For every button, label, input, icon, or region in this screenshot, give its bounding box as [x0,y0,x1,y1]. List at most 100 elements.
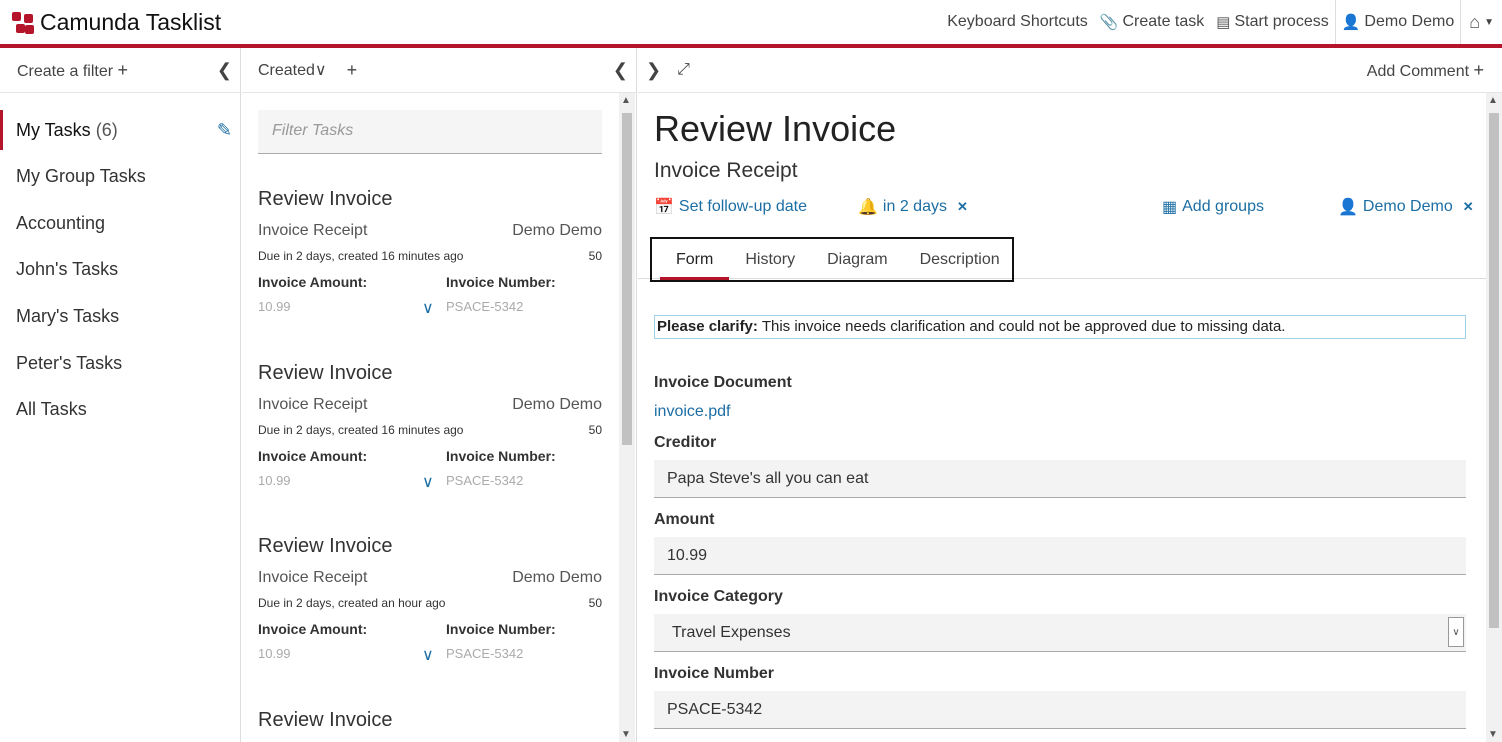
top-navbar: Camunda Tasklist Keyboard Shortcuts 📎 Cre… [0,0,1502,44]
invoice-category-select[interactable]: Travel Expenses ∨ [654,614,1466,652]
remove-assignee-icon[interactable]: ✕ [1463,199,1474,215]
home-menu[interactable]: ⌂ ▼ [1460,0,1502,44]
amount-value: 10.99 [258,646,291,661]
expand-chevron-icon[interactable]: ∨ [422,472,434,492]
invoice-pdf-link[interactable]: invoice.pdf [654,403,731,421]
task-title: Review Invoice [258,709,393,731]
keyboard-shortcuts-label: Keyboard Shortcuts [947,13,1088,30]
filter-label: Accounting [16,212,106,233]
process-name: Invoice Receipt [654,159,798,182]
paperclip-icon: 📎 [1099,14,1119,31]
amount-value: 10.99 [258,299,291,314]
task-assignee: Demo Demo [512,396,602,413]
number-value: PSACE-5342 [446,473,524,488]
amount-label: Amount [654,511,715,528]
tab-history[interactable]: History [729,239,811,280]
task-assignee: Demo Demo [512,222,602,239]
expand-right-icon[interactable]: ❯ [646,60,661,81]
filter-tasks-input[interactable]: Filter Tasks [258,110,602,154]
number-label: Invoice Number: [446,274,556,290]
task-process: Invoice Receipt [258,569,368,586]
caret-down-icon: ▼ [1484,16,1494,28]
create-task-link[interactable]: 📎 Create task [1094,0,1211,44]
scroll-down-icon[interactable]: ▼ [621,729,631,740]
clarify-message: Please clarify: This invoice needs clari… [654,315,1466,339]
tab-description[interactable]: Description [904,239,1016,280]
filter-count: (6) [95,119,118,140]
task-due: Due in 2 days, created an hour ago [258,596,446,610]
filter-my-tasks[interactable]: My Tasks (6) ✎ [0,110,240,150]
number-value: PSACE-5342 [446,646,524,661]
filter-label: Peter's Tasks [16,352,123,373]
maximize-icon[interactable]: ⤢ [677,61,690,79]
collapse-left-icon[interactable]: ❮ [613,60,628,81]
detail-tabs: Form History Diagram Description [650,237,1014,282]
tab-form[interactable]: Form [660,239,730,280]
filter-label: My Group Tasks [16,165,146,186]
scrollbar-thumb[interactable] [622,113,632,445]
set-follow-up-date-link[interactable]: 📅 Set follow-up date [654,197,807,217]
follow-up-label: Set follow-up date [678,198,807,215]
sort-label: Created [258,62,315,79]
task-card[interactable]: Review Invoice Invoice Receipt Demo Demo… [258,188,602,348]
detail-scrollbar[interactable]: ▲ ▼ [1486,93,1502,742]
task-detail-column: ❯ ⤢ Add Comment + Review Invoice Invoice… [638,48,1502,742]
scroll-down-icon[interactable]: ▼ [1488,729,1498,740]
task-priority: 50 [588,249,602,263]
due-date-link[interactable]: 🔔 in 2 days ✕ [858,197,968,217]
invoice-document-label: Invoice Document [654,374,792,391]
collapse-left-icon[interactable]: ❮ [217,60,232,81]
bell-icon: 🔔 [858,199,878,216]
filter-johns-tasks[interactable]: John's Tasks [0,249,240,289]
add-sort-button[interactable]: + [347,60,358,81]
brand[interactable]: Camunda Tasklist [12,9,221,36]
pencil-icon[interactable]: ✎ [217,120,232,141]
filter-all-tasks[interactable]: All Tasks [0,389,240,429]
due-label: in 2 days [882,198,947,215]
task-card[interactable]: Review Invoice [258,709,602,742]
filters-column: Create a filter + ❮ My Tasks (6) ✎ My Gr… [0,48,241,742]
task-process: Invoice Receipt [258,222,368,239]
number-value: PSACE-5342 [446,299,524,314]
remove-due-icon[interactable]: ✕ [957,199,968,215]
chevron-down-icon[interactable]: ∨ [1448,617,1464,647]
expand-chevron-icon[interactable]: ∨ [422,645,434,665]
amount-value: 10.99 [258,473,291,488]
add-groups-label: Add groups [1182,198,1264,215]
scroll-up-icon[interactable]: ▲ [1488,95,1498,106]
user-menu[interactable]: 👤 Demo Demo [1334,0,1461,44]
app-title: Camunda Tasklist [40,9,222,35]
assignee-label: Demo Demo [1362,198,1453,215]
tasklist-scrollbar[interactable]: ▲ ▼ [619,93,635,742]
filter-marys-tasks[interactable]: Mary's Tasks [0,296,240,336]
filter-peters-tasks[interactable]: Peter's Tasks [0,343,240,383]
add-comment-button[interactable]: Add Comment + [1367,60,1484,81]
creditor-label: Creditor [654,434,717,451]
assignee-link[interactable]: 👤 Demo Demo ✕ [1338,197,1474,217]
start-process-link[interactable]: ▤ Start process [1210,0,1334,44]
tab-diagram[interactable]: Diagram [811,239,903,280]
grid-icon: ▦ [1162,199,1178,216]
add-groups-link[interactable]: ▦ Add groups [1162,197,1264,217]
task-assignee: Demo Demo [512,569,602,586]
task-title: Review Invoice [654,108,897,149]
start-process-label: Start process [1234,13,1329,30]
creditor-field[interactable]: Papa Steve's all you can eat [654,460,1466,498]
sort-created-button[interactable]: Created∨ [258,60,327,80]
number-label: Invoice Number: [446,448,556,464]
expand-chevron-icon[interactable]: ∨ [422,298,434,318]
chevron-down-icon: ∨ [314,62,327,79]
keyboard-shortcuts-link[interactable]: Keyboard Shortcuts [941,0,1094,44]
scrollbar-thumb[interactable] [1489,113,1499,628]
amount-field[interactable]: 10.99 [654,537,1466,575]
task-card[interactable]: Review Invoice Invoice Receipt Demo Demo… [258,362,602,522]
task-title: Review Invoice [258,362,393,384]
user-icon: 👤 [1338,199,1358,216]
invoice-number-field[interactable]: PSACE-5342 [654,691,1466,729]
task-card[interactable]: Review Invoice Invoice Receipt Demo Demo… [258,535,602,695]
create-task-label: Create task [1122,13,1205,30]
filter-my-group-tasks[interactable]: My Group Tasks [0,156,240,196]
create-filter-button[interactable]: Create a filter + [17,60,128,81]
filter-accounting[interactable]: Accounting [0,203,240,243]
scroll-up-icon[interactable]: ▲ [621,95,631,106]
